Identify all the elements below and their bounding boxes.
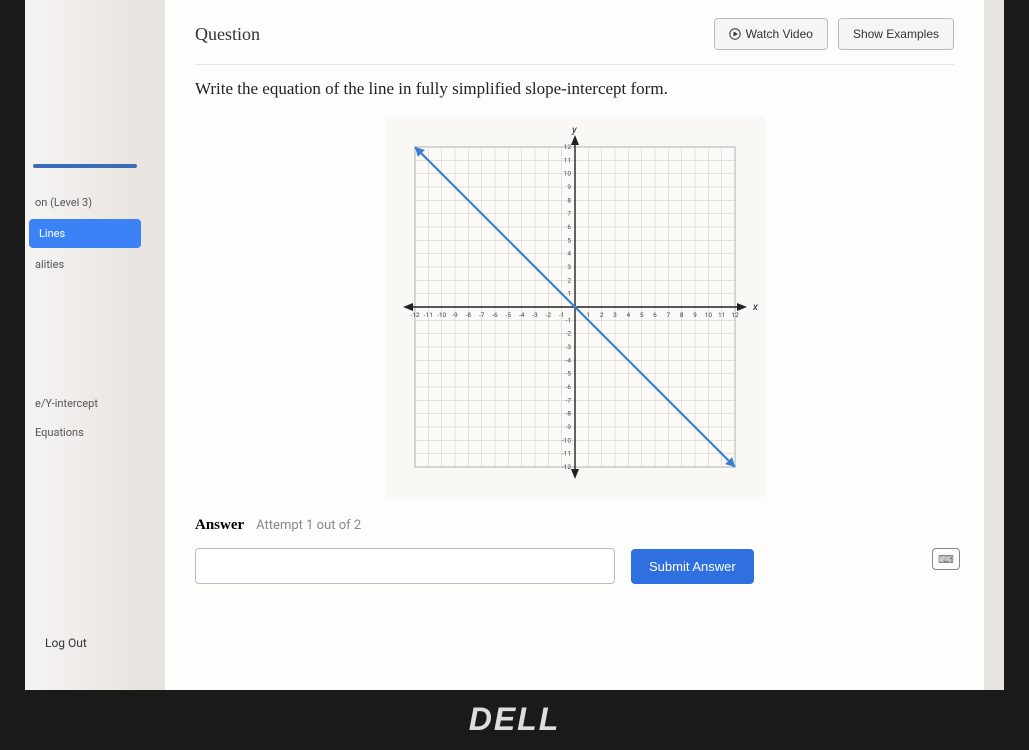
- svg-text:-3: -3: [532, 311, 538, 319]
- svg-text:-7: -7: [478, 311, 484, 319]
- svg-text:7: 7: [567, 210, 571, 218]
- answer-heading: Answer: [195, 517, 244, 534]
- svg-text:-11: -11: [423, 311, 432, 319]
- sidebar-item-y-intercept[interactable]: e/Y-intercept: [25, 389, 145, 418]
- svg-text:4: 4: [567, 250, 571, 258]
- play-icon: [729, 28, 741, 40]
- watch-video-label: Watch Video: [746, 27, 813, 41]
- svg-text:10: 10: [563, 170, 571, 178]
- svg-text:-11: -11: [561, 450, 570, 458]
- svg-text:-5: -5: [505, 311, 511, 319]
- show-examples-button[interactable]: Show Examples: [838, 18, 954, 50]
- svg-text:10: 10: [704, 311, 712, 319]
- svg-text:-6: -6: [492, 311, 498, 319]
- svg-text:-10: -10: [561, 436, 570, 444]
- svg-text:-1: -1: [558, 311, 563, 319]
- sidebar-item-alities[interactable]: alities: [25, 250, 145, 279]
- svg-text:8: 8: [679, 311, 683, 319]
- svg-text:-1: -1: [565, 316, 570, 324]
- svg-text:-2: -2: [565, 330, 571, 338]
- svg-text:-4: -4: [518, 311, 524, 319]
- svg-text:-3: -3: [565, 343, 571, 351]
- sidebar-item-level[interactable]: on (Level 3): [25, 188, 145, 217]
- svg-text:4: 4: [626, 311, 630, 319]
- question-prompt: Write the equation of the line in fully …: [195, 79, 954, 99]
- svg-text:-9: -9: [565, 423, 571, 431]
- svg-text:-12: -12: [561, 463, 570, 471]
- progress-bar: [33, 164, 137, 168]
- keyboard-icon[interactable]: ⌨: [932, 548, 960, 570]
- sidebar-item-equations[interactable]: Equations: [25, 418, 145, 447]
- svg-text:3: 3: [613, 311, 617, 319]
- attempt-counter: Attempt 1 out of 2: [256, 518, 361, 533]
- svg-text:3: 3: [567, 263, 571, 271]
- submit-answer-button[interactable]: Submit Answer: [631, 549, 754, 584]
- svg-text:1: 1: [567, 290, 571, 298]
- svg-text:-8: -8: [465, 311, 471, 319]
- svg-text:-5: -5: [565, 370, 571, 378]
- main-panel: Question Watch Video Show Examples Write…: [165, 0, 984, 690]
- svg-text:9: 9: [567, 183, 571, 191]
- svg-text:12: 12: [731, 311, 739, 319]
- svg-text:2: 2: [599, 311, 603, 319]
- logout-link[interactable]: Log Out: [45, 636, 87, 650]
- watch-video-button[interactable]: Watch Video: [714, 18, 828, 50]
- svg-text:-4: -4: [565, 356, 571, 364]
- page-title: Question: [195, 24, 260, 45]
- svg-text:-10: -10: [437, 311, 446, 319]
- svg-text:9: 9: [693, 311, 697, 319]
- svg-text:2: 2: [567, 276, 571, 284]
- svg-text:-7: -7: [565, 396, 571, 404]
- answer-input[interactable]: [195, 548, 615, 584]
- svg-text:7: 7: [666, 311, 670, 319]
- svg-text:5: 5: [567, 236, 571, 244]
- svg-text:8: 8: [567, 196, 571, 204]
- svg-text:-12: -12: [410, 311, 419, 319]
- svg-text:-6: -6: [565, 383, 571, 391]
- svg-text:12: 12: [563, 143, 571, 151]
- svg-text:6: 6: [653, 311, 657, 319]
- svg-text:y: y: [571, 125, 577, 136]
- coordinate-graph: -12-11-10-9-8-7-6-5-4-3-2-11234567891011…: [385, 117, 765, 497]
- sidebar: on (Level 3) Lines alities e/Y-intercept…: [25, 0, 145, 690]
- svg-text:-9: -9: [452, 311, 458, 319]
- svg-text:6: 6: [567, 223, 571, 231]
- show-examples-label: Show Examples: [853, 27, 939, 41]
- svg-text:5: 5: [639, 311, 643, 319]
- svg-text:11: 11: [718, 311, 725, 319]
- svg-text:-8: -8: [565, 410, 571, 418]
- sidebar-item-lines[interactable]: Lines: [29, 219, 141, 248]
- svg-text:-2: -2: [545, 311, 551, 319]
- laptop-brand-logo: DELL: [469, 701, 561, 738]
- svg-text:x: x: [752, 302, 758, 313]
- svg-text:11: 11: [563, 156, 570, 164]
